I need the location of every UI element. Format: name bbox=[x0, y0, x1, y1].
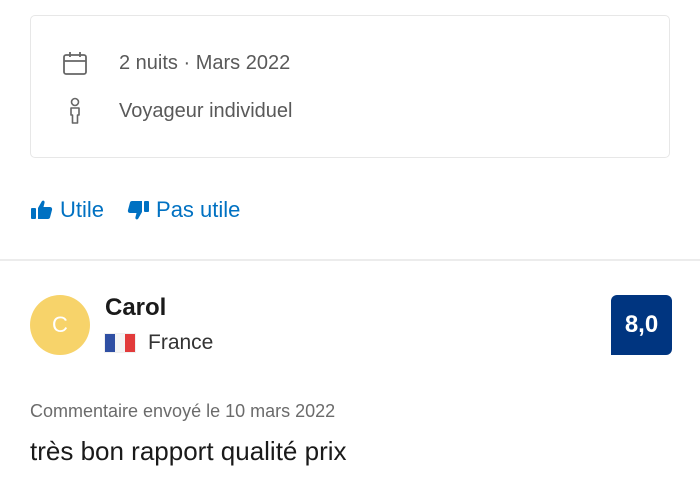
france-flag-icon bbox=[105, 334, 135, 352]
helpful-label: Utile bbox=[60, 197, 105, 222]
stay-dates-text: 2 nuits · Mars 2022 bbox=[119, 51, 291, 74]
traveler-type-text: Voyageur individuel bbox=[119, 99, 293, 122]
traveler-type-row: Voyageur individuel bbox=[61, 96, 292, 126]
country-name: France bbox=[148, 331, 214, 354]
reviewer-country: France bbox=[105, 328, 213, 358]
helpful-button[interactable]: Utile bbox=[30, 197, 104, 223]
thumbs-up-icon bbox=[30, 198, 54, 222]
avatar-initial: C bbox=[52, 312, 68, 337]
review-score: 8,0 bbox=[624, 311, 659, 338]
not-helpful-label: Pas utile bbox=[156, 197, 241, 222]
review-text: très bon rapport qualité prix bbox=[30, 436, 347, 466]
calendar-icon bbox=[61, 48, 89, 78]
reviewer-name: Carol bbox=[105, 294, 167, 321]
not-helpful-button[interactable]: Pas utile bbox=[126, 197, 240, 223]
thumbs-down-icon bbox=[126, 198, 150, 222]
review-score-badge: 8,0 bbox=[611, 295, 672, 355]
stay-dates-row: 2 nuits · Mars 2022 bbox=[61, 48, 290, 78]
avatar: C bbox=[30, 295, 90, 355]
review-feedback-bar: Utile Pas utile bbox=[30, 193, 240, 227]
person-icon bbox=[61, 96, 89, 126]
section-divider bbox=[0, 259, 700, 261]
stay-details-card: 2 nuits · Mars 2022 Voyageur individuel bbox=[30, 15, 670, 158]
review-submitted-date: Commentaire envoyé le 10 mars 2022 bbox=[30, 401, 336, 421]
